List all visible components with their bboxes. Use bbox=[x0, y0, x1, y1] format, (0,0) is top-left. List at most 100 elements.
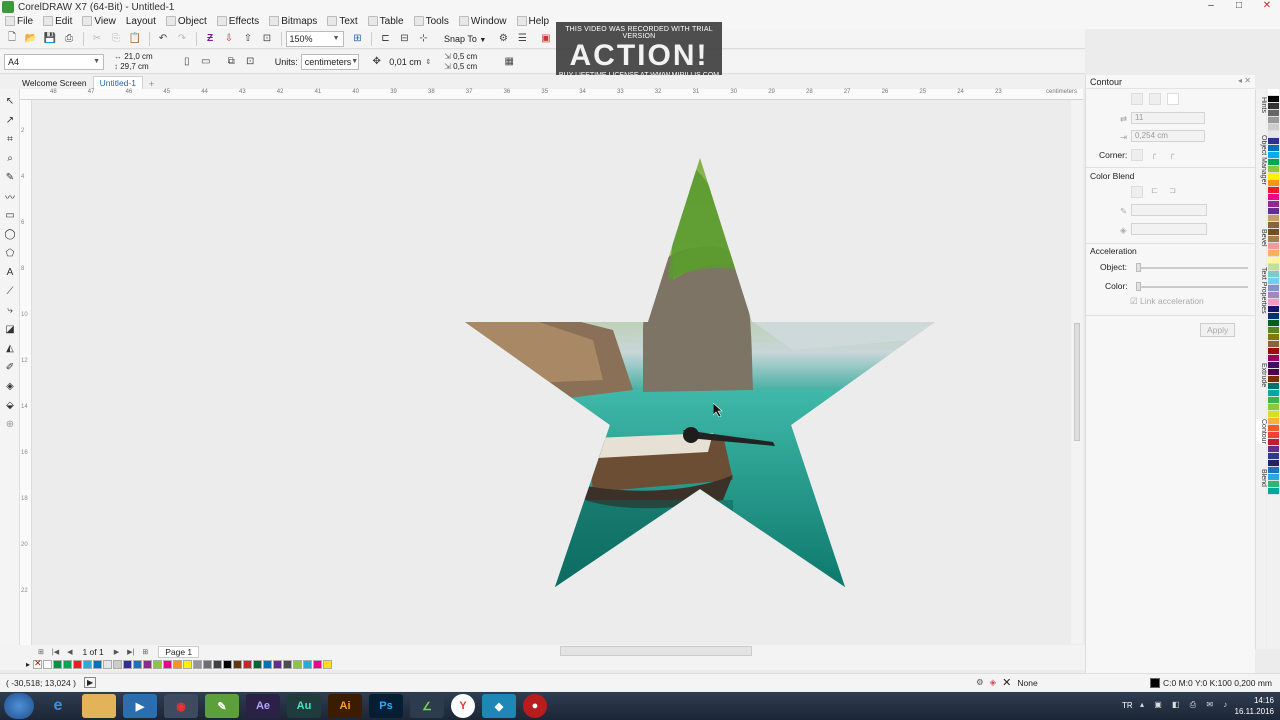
color-swatch[interactable] bbox=[1268, 334, 1279, 341]
color-swatch[interactable] bbox=[243, 659, 253, 669]
color-swatch[interactable] bbox=[153, 659, 163, 669]
horizontal-ruler[interactable]: 48 47 46 45 44 43 42 41 40 39 38 37 36 35 34 33 32 31 30 29… bbox=[20, 89, 1083, 100]
internet-explorer-icon[interactable]: e bbox=[41, 694, 75, 718]
save-icon[interactable]: 💾 bbox=[42, 32, 58, 46]
first-page-icon[interactable]: |◀ bbox=[52, 648, 59, 656]
color-swatch[interactable] bbox=[1268, 474, 1279, 481]
color-swatch[interactable] bbox=[273, 659, 283, 669]
menu-edit[interactable]: Edit bbox=[38, 16, 77, 27]
previous-page-icon[interactable]: ◀ bbox=[67, 648, 72, 656]
show-rulers-icon[interactable]: ⊏ bbox=[378, 32, 394, 46]
object-acceleration-slider[interactable] bbox=[1136, 267, 1248, 269]
color-swatch[interactable] bbox=[1268, 369, 1279, 376]
clock[interactable]: 14:16 16.11.2016 bbox=[1235, 695, 1274, 717]
offset-field[interactable]: 0,254 cm bbox=[1131, 130, 1205, 142]
color-swatch[interactable] bbox=[1268, 194, 1279, 201]
color-swatch[interactable] bbox=[1268, 243, 1279, 250]
color-swatch[interactable] bbox=[1268, 404, 1279, 411]
color-swatch[interactable] bbox=[1268, 348, 1279, 355]
color-swatch[interactable] bbox=[1268, 145, 1279, 152]
drop-shadow-icon[interactable]: ◪ bbox=[3, 322, 17, 336]
add-page-after-icon[interactable]: ⊞ bbox=[142, 648, 148, 656]
outside-contour-icon[interactable] bbox=[1167, 93, 1179, 105]
fill-settings-icon[interactable]: ⚙ bbox=[976, 677, 984, 688]
color-swatch[interactable] bbox=[223, 659, 233, 669]
new-document-icon[interactable]: 🗋 bbox=[4, 32, 20, 46]
color-swatch[interactable] bbox=[43, 659, 53, 669]
text-tool-icon[interactable]: A bbox=[3, 265, 17, 279]
chrome-icon[interactable]: ◉ bbox=[164, 694, 198, 718]
color-swatch[interactable] bbox=[1268, 96, 1279, 103]
color-acceleration-thumb[interactable] bbox=[1136, 282, 1141, 291]
menu-effects[interactable]: Effects bbox=[212, 16, 264, 27]
menu-view[interactable]: View bbox=[77, 16, 121, 27]
color-swatch[interactable] bbox=[1268, 341, 1279, 348]
duplicate-y-field[interactable]: ⇲ 0,5 cm bbox=[444, 62, 477, 72]
new-tab-icon[interactable]: + bbox=[143, 79, 160, 89]
last-page-icon[interactable]: ▶| bbox=[127, 648, 134, 656]
page-tab[interactable]: Page 1 bbox=[158, 645, 200, 658]
color-swatch[interactable] bbox=[303, 659, 313, 669]
tab-blend[interactable]: Blend bbox=[1256, 469, 1267, 487]
shape-tool-icon[interactable]: ↗ bbox=[3, 113, 17, 127]
photoshop-icon[interactable]: Ps bbox=[369, 694, 403, 718]
color-swatch[interactable] bbox=[1268, 124, 1279, 131]
color-swatch[interactable] bbox=[1268, 166, 1279, 173]
object-acceleration-thumb[interactable] bbox=[1136, 263, 1141, 272]
maximize-button[interactable]: □ bbox=[1232, 0, 1246, 11]
tab-hints[interactable]: Hints bbox=[1256, 97, 1267, 113]
color-swatch[interactable] bbox=[1268, 425, 1279, 432]
color-swatch[interactable] bbox=[253, 659, 263, 669]
color-swatch[interactable] bbox=[1268, 292, 1279, 299]
eyedropper-icon[interactable]: ✐ bbox=[3, 360, 17, 374]
add-tool-icon[interactable]: ⊕ bbox=[3, 417, 17, 431]
minimize-button[interactable]: – bbox=[1204, 0, 1218, 11]
color-swatch[interactable] bbox=[1268, 390, 1279, 397]
add-page-before-icon[interactable]: ⊞ bbox=[38, 648, 44, 656]
color-swatch[interactable] bbox=[133, 659, 143, 669]
linear-blend-icon[interactable] bbox=[1131, 186, 1143, 198]
color-swatch[interactable] bbox=[1268, 180, 1279, 187]
fill-indicator[interactable]: ⚙ ◈ ✕ None bbox=[976, 676, 1038, 689]
color-swatch[interactable] bbox=[1268, 208, 1279, 215]
undo-icon[interactable]: ↶ bbox=[155, 32, 171, 46]
vertical-ruler[interactable]: 2 4 6 8 10 12 14 16 18 20 22 bbox=[20, 100, 32, 645]
zoom-level-select[interactable]: 150% ▼ bbox=[285, 30, 344, 47]
color-swatch[interactable] bbox=[233, 659, 243, 669]
docker-close-icon[interactable]: ◂ ✕ bbox=[1238, 76, 1251, 85]
color-swatch[interactable] bbox=[1268, 355, 1279, 362]
color-swatch[interactable] bbox=[73, 659, 83, 669]
color-swatch[interactable] bbox=[1268, 201, 1279, 208]
menu-bitmaps[interactable]: Bitmaps bbox=[264, 16, 322, 27]
after-effects-icon[interactable]: Ae bbox=[246, 694, 280, 718]
portrait-icon[interactable]: ▯ bbox=[179, 55, 195, 69]
page-width-field[interactable]: ↔ 21,0 cm bbox=[114, 52, 153, 62]
nudge-distance-field[interactable]: 0,01 cm ⇕ bbox=[386, 54, 434, 70]
page-height-field[interactable]: ↕ 29,7 cm bbox=[114, 62, 153, 72]
artistic-media-icon[interactable]: 〰 bbox=[3, 189, 17, 204]
color-swatch[interactable] bbox=[1268, 299, 1279, 306]
color-swatch[interactable] bbox=[1268, 173, 1279, 180]
color-swatch[interactable] bbox=[1268, 236, 1279, 243]
menu-file[interactable]: File bbox=[2, 16, 38, 27]
ellipse-tool-icon[interactable]: ◯ bbox=[3, 227, 17, 241]
options-icon[interactable]: ⚙ bbox=[495, 32, 511, 46]
horizontal-scrollbar[interactable] bbox=[560, 646, 752, 656]
tab-extrude[interactable]: Extrude bbox=[1256, 363, 1267, 387]
show-grid-icon[interactable]: ⊟ bbox=[397, 32, 413, 46]
menu-window[interactable]: Window bbox=[454, 16, 512, 27]
print-icon[interactable]: ⎙ bbox=[61, 32, 77, 46]
counterclockwise-blend-icon[interactable]: ⊐ bbox=[1169, 185, 1176, 196]
media-player-icon[interactable]: ▶ bbox=[123, 694, 157, 718]
color-swatch[interactable] bbox=[93, 659, 103, 669]
color-swatch[interactable] bbox=[1268, 257, 1279, 264]
color-swatch[interactable] bbox=[313, 659, 323, 669]
color-swatch[interactable] bbox=[1268, 418, 1279, 425]
color-swatch[interactable] bbox=[1268, 264, 1279, 271]
illustrator-icon[interactable]: Ai bbox=[328, 694, 362, 718]
interactive-fill-icon[interactable]: ◈ bbox=[3, 379, 17, 393]
color-swatch[interactable] bbox=[1268, 103, 1279, 110]
full-screen-preview-icon[interactable]: ⊞ bbox=[350, 32, 366, 46]
inside-contour-icon[interactable] bbox=[1149, 93, 1161, 105]
color-swatch[interactable] bbox=[183, 659, 193, 669]
